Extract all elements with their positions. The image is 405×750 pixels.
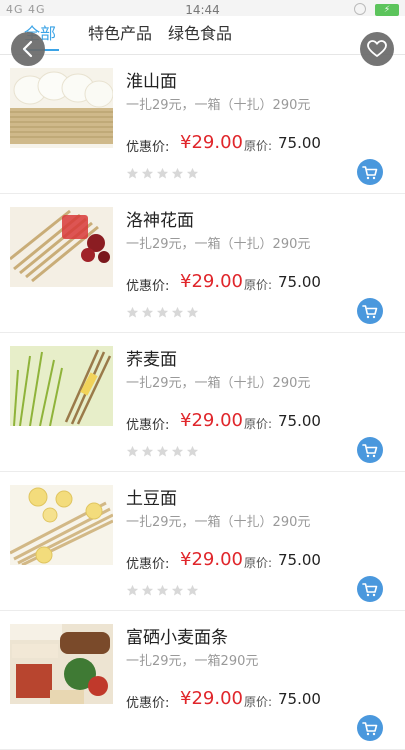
cart-icon — [362, 721, 378, 735]
status-time: 14:44 — [185, 3, 220, 17]
original-price-label: 原价: — [244, 695, 273, 709]
cart-icon — [362, 165, 378, 179]
product-list: 淮山面 一扎29元，一箱（十扎）290元 优惠价: ¥29.00 原价: 75.… — [0, 55, 405, 750]
tab-green-food[interactable]: 绿色食品 — [168, 20, 232, 44]
sale-price-label: 优惠价: — [126, 418, 170, 433]
category-tabs: 全部 特色产品 绿色食品 — [0, 16, 405, 55]
product-item[interactable]: 富硒小麦面条 一扎29元，一箱290元 优惠价: ¥29.00 原价: 75.0… — [0, 611, 405, 750]
product-image-buckwheat-noodles[interactable] — [10, 346, 113, 426]
product-item[interactable]: 淮山面 一扎29元，一箱（十扎）290元 优惠价: ¥29.00 原价: 75.… — [0, 55, 405, 194]
original-price-label: 原价: — [244, 417, 273, 431]
product-name: 荞麦面 — [126, 350, 177, 370]
cart-icon — [362, 304, 378, 318]
add-to-cart-button[interactable] — [357, 576, 383, 602]
star-icon — [141, 167, 154, 179]
add-to-cart-button[interactable] — [357, 715, 383, 741]
product-image-potato-noodles[interactable] — [10, 485, 113, 565]
original-price-label: 原价: — [244, 278, 273, 292]
product-name: 土豆面 — [126, 489, 177, 509]
price-row: 优惠价: ¥29.00 原价: 75.00 — [126, 271, 356, 295]
original-price: 75.00 — [278, 690, 321, 708]
star-icon — [186, 584, 199, 596]
price-row: 优惠价: ¥29.00 原价: 75.00 — [126, 549, 356, 573]
sale-price: ¥29.00 — [180, 271, 243, 292]
star-icon — [141, 584, 154, 596]
original-price: 75.00 — [278, 551, 321, 569]
price-row: 优惠价: ¥29.00 原价: 75.00 — [126, 410, 356, 434]
original-price: 75.00 — [278, 412, 321, 430]
product-description: 一扎29元，一箱（十扎）290元 — [126, 237, 311, 252]
star-icon — [126, 445, 139, 457]
product-description: 一扎29元，一箱290元 — [126, 654, 259, 669]
star-rating — [126, 584, 199, 597]
sale-price-label: 优惠价: — [126, 140, 170, 155]
product-description: 一扎29元，一箱（十扎）290元 — [126, 98, 311, 113]
add-to-cart-button[interactable] — [357, 437, 383, 463]
product-description: 一扎29元，一箱（十扎）290元 — [126, 515, 311, 530]
alarm-icon — [354, 3, 366, 15]
star-rating — [126, 167, 199, 180]
price-row: 优惠价: ¥29.00 原价: 75.00 — [126, 132, 356, 156]
star-icon — [156, 306, 169, 318]
star-icon — [156, 584, 169, 596]
star-rating — [126, 445, 199, 458]
sale-price: ¥29.00 — [180, 410, 243, 431]
original-price-label: 原价: — [244, 139, 273, 153]
star-icon — [156, 167, 169, 179]
star-icon — [186, 306, 199, 318]
cart-icon — [362, 443, 378, 457]
star-icon — [126, 584, 139, 596]
add-to-cart-button[interactable] — [357, 298, 383, 324]
star-icon — [171, 584, 184, 596]
battery-icon: ⚡ — [375, 4, 399, 16]
price-row: 优惠价: ¥29.00 原价: 75.00 — [126, 688, 356, 712]
original-price: 75.00 — [278, 273, 321, 291]
sale-price-label: 优惠价: — [126, 279, 170, 294]
star-rating — [126, 306, 199, 319]
star-icon — [141, 445, 154, 457]
product-item[interactable]: 土豆面 一扎29元，一箱（十扎）290元 优惠价: ¥29.00 原价: 75.… — [0, 472, 405, 611]
add-to-cart-button[interactable] — [357, 159, 383, 185]
star-icon — [156, 445, 169, 457]
cart-icon — [362, 582, 378, 596]
star-icon — [171, 167, 184, 179]
product-description: 一扎29元，一箱（十扎）290元 — [126, 376, 311, 391]
sale-price-label: 优惠价: — [126, 696, 170, 711]
star-icon — [141, 306, 154, 318]
product-image-yam-noodles[interactable] — [10, 68, 113, 148]
star-icon — [186, 445, 199, 457]
star-icon — [126, 167, 139, 179]
product-image-selenium-wheat-noodles[interactable] — [10, 624, 113, 704]
star-icon — [171, 306, 184, 318]
product-item[interactable]: 洛神花面 一扎29元，一箱（十扎）290元 优惠价: ¥29.00 原价: 75… — [0, 194, 405, 333]
sale-price: ¥29.00 — [180, 132, 243, 153]
star-icon — [186, 167, 199, 179]
original-price-label: 原价: — [244, 556, 273, 570]
sale-price-label: 优惠价: — [126, 557, 170, 572]
sale-price: ¥29.00 — [180, 549, 243, 570]
product-image-roselle-noodles[interactable] — [10, 207, 113, 287]
original-price: 75.00 — [278, 134, 321, 152]
product-name: 富硒小麦面条 — [126, 628, 228, 648]
star-icon — [126, 306, 139, 318]
product-item[interactable]: 荞麦面 一扎29元，一箱（十扎）290元 优惠价: ¥29.00 原价: 75.… — [0, 333, 405, 472]
product-name: 淮山面 — [126, 72, 177, 92]
star-icon — [171, 445, 184, 457]
tab-featured-products[interactable]: 特色产品 — [88, 20, 152, 44]
sale-price: ¥29.00 — [180, 688, 243, 709]
product-name: 洛神花面 — [126, 211, 194, 231]
